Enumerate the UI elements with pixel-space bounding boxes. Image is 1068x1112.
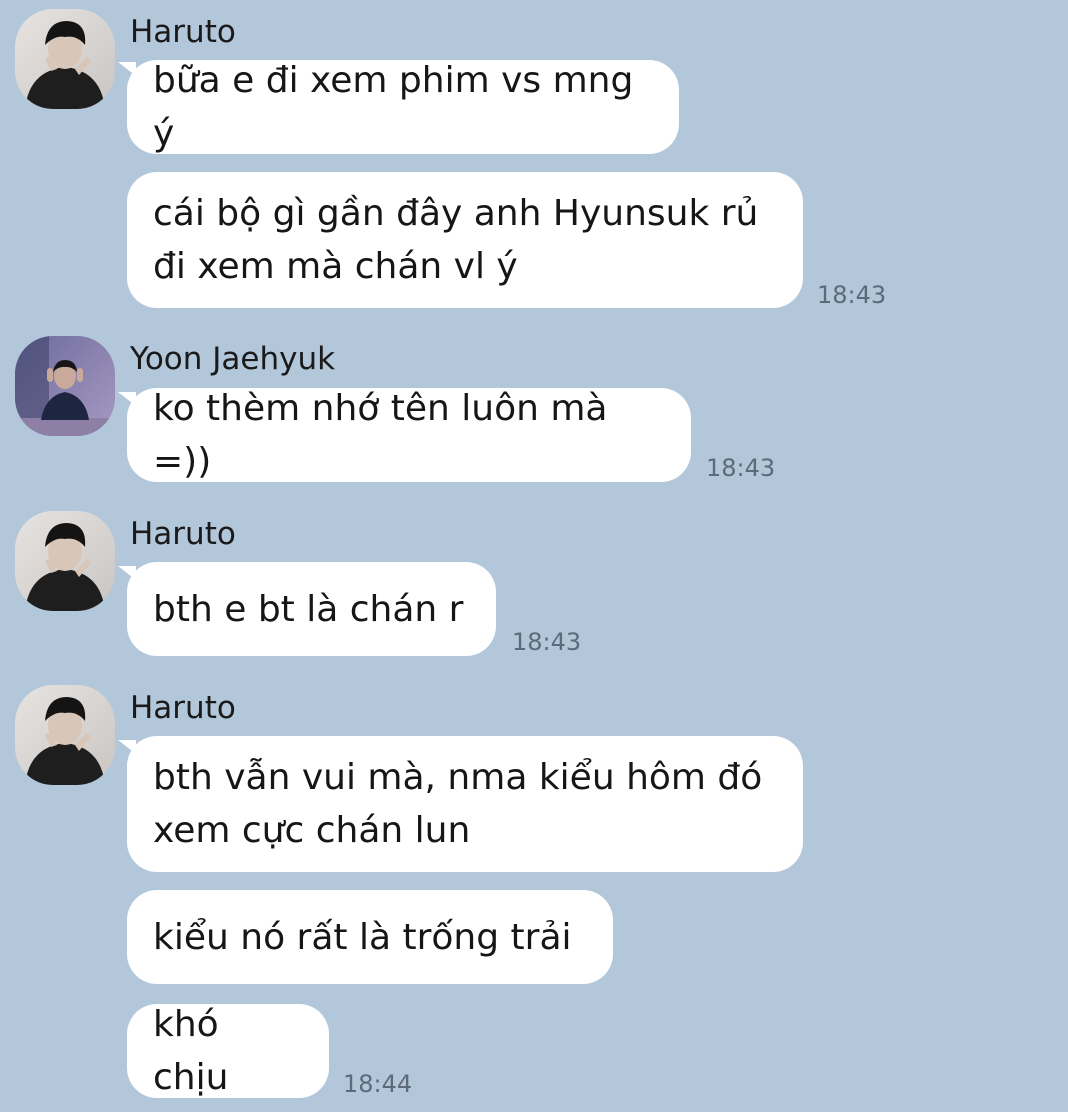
sender-name: Yoon Jaehyuk bbox=[130, 341, 336, 377]
message-timestamp: 18:43 bbox=[706, 454, 776, 482]
haruto-avatar-icon bbox=[15, 511, 115, 611]
message-bubble[interactable]: ko thèm nhớ tên luôn mà =)) bbox=[127, 388, 691, 482]
avatar[interactable] bbox=[15, 685, 115, 785]
message-bubble[interactable]: bữa e đi xem phim vs mng ý bbox=[127, 60, 679, 154]
sender-name: Haruto bbox=[130, 690, 236, 726]
avatar[interactable] bbox=[15, 336, 115, 436]
haruto-avatar-icon bbox=[15, 9, 115, 109]
message-bubble[interactable]: cái bộ gì gần đây anh Hyunsuk rủ đi xem … bbox=[127, 172, 803, 308]
message-bubble[interactable]: kiểu nó rất là trống trải bbox=[127, 890, 613, 984]
message-bubble[interactable]: khó chịu bbox=[127, 1004, 329, 1098]
message-timestamp: 18:43 bbox=[817, 281, 887, 309]
sender-name: Haruto bbox=[130, 516, 236, 552]
message-timestamp: 18:43 bbox=[512, 628, 582, 656]
message-timestamp: 18:44 bbox=[343, 1070, 413, 1098]
haruto-avatar-icon bbox=[15, 685, 115, 785]
sender-name: Haruto bbox=[130, 14, 236, 50]
message-bubble[interactable]: bth e bt là chán r bbox=[127, 562, 496, 656]
avatar[interactable] bbox=[15, 9, 115, 109]
message-bubble[interactable]: bth vẫn vui mà, nma kiểu hôm đó xem cực … bbox=[127, 736, 803, 872]
avatar[interactable] bbox=[15, 511, 115, 611]
yoon-jaehyuk-avatar-icon bbox=[15, 336, 115, 436]
